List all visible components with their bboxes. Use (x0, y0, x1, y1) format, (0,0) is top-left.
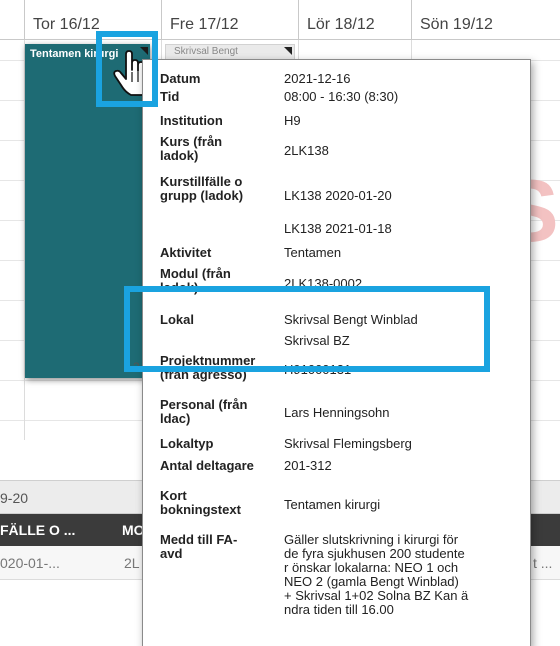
field-label-medd-till-fa-avd: Medd till FA- avd (160, 533, 237, 561)
event-skrivsal-bengt[interactable]: Skrivsal Bengt (165, 44, 295, 60)
message-text: Gäller slutskrivning i kirurgi för de fy… (284, 532, 469, 617)
field-value-datum: 2021-12-16 (284, 71, 351, 86)
day-column-sun[interactable]: Sön 19/12 (411, 0, 560, 40)
label-line: Kurs (från ladok) (160, 134, 223, 163)
field-value-personal: Lars Henningsohn (284, 405, 390, 420)
field-value-antal-deltagare: 201-312 (284, 458, 332, 473)
label-line: Kurstillfälle o grupp (ladok) (160, 174, 244, 203)
field-label-personal: Personal (från ldac) (160, 398, 247, 426)
day-label: Fre 17/12 (170, 16, 239, 33)
day-column-sat[interactable]: Lör 18/12 (298, 0, 411, 40)
field-label-projektnummer: Projektnummer (från agresso) (160, 354, 255, 382)
label-line: Personal (från ldac) (160, 397, 248, 426)
field-value-institution: H9 (284, 113, 301, 128)
field-value-kurs: 2LK138 (284, 143, 329, 158)
event-title: Tentamen kirurgi (30, 48, 119, 60)
field-value-kurstillfalle-1: LK138 2020-01-20 (284, 188, 392, 203)
field-value-lokaltyp: Skrivsal Flemingsberg (284, 436, 412, 451)
field-label-tid: Tid (160, 89, 180, 104)
column-header[interactable]: FÄLLE O ... (0, 522, 75, 538)
event-title: Skrivsal Bengt (174, 46, 238, 57)
field-label-lokaltyp: Lokaltyp (160, 436, 214, 451)
field-value-kort-bokningstext: Tentamen kirurgi (284, 497, 381, 512)
day-label: Lör 18/12 (307, 16, 375, 33)
field-label-modul: Modul (från ladok) (160, 267, 231, 295)
day-label: Tor 16/12 (33, 16, 100, 33)
event-details-tooltip: Datum 2021-12-16 Tid 08:00 - 16:30 (8:30… (142, 59, 531, 646)
edge-number: 2 (133, 360, 140, 374)
field-value-modul: 2LK138-0002 (284, 276, 363, 291)
table-cell: 020-01-... (0, 555, 60, 571)
table-cell: 2L (124, 555, 140, 571)
field-label-kort-bokningstext: Kort bokningstext (160, 489, 241, 517)
event-corner-marker (284, 47, 292, 55)
field-value-aktivitet: Tentamen (284, 245, 342, 260)
field-label-datum: Datum (160, 71, 201, 86)
label-line: Medd till FA- avd (160, 532, 238, 561)
field-value-tid: 08:00 - 16:30 (8:30) (284, 89, 399, 104)
day-label: Sön 19/12 (420, 16, 493, 33)
calendar-header: Tor 16/12 Fre 17/12 Lör 18/12 Sön 19/12 (0, 0, 560, 40)
field-value-lokal-1: Skrivsal Bengt Winblad (284, 312, 418, 327)
field-label-lokal: Lokal (160, 312, 194, 327)
field-label-kurstillfalle: Kurstillfälle o grupp (ladok) (160, 175, 243, 203)
field-value-lokal-2: Skrivsal BZ (284, 333, 350, 348)
label-line: Kort bokningstext (160, 488, 241, 517)
field-label-aktivitet: Aktivitet (160, 245, 212, 260)
day-column-fri[interactable]: Fre 17/12 (161, 0, 298, 40)
label-line: Modul (från ladok) (160, 266, 231, 295)
field-label-kurs: Kurs (från ladok) (160, 135, 222, 163)
field-label-institution: Institution (160, 113, 223, 128)
filter-text: 9-20 (0, 490, 29, 506)
field-label-antal-deltagare: Antal deltagare (160, 458, 254, 473)
table-cell: t ... (533, 555, 553, 571)
field-value-projektnummer: H91000131 (284, 362, 352, 377)
field-value-kurstillfalle-2: LK138 2021-01-18 (284, 221, 392, 236)
label-line: Projektnummer (från agresso) (160, 353, 256, 382)
day-column-thu[interactable]: Tor 16/12 (24, 0, 161, 40)
field-value-medd-till-fa-avd: Gäller slutskrivning i kirurgi för de fy… (284, 533, 468, 617)
